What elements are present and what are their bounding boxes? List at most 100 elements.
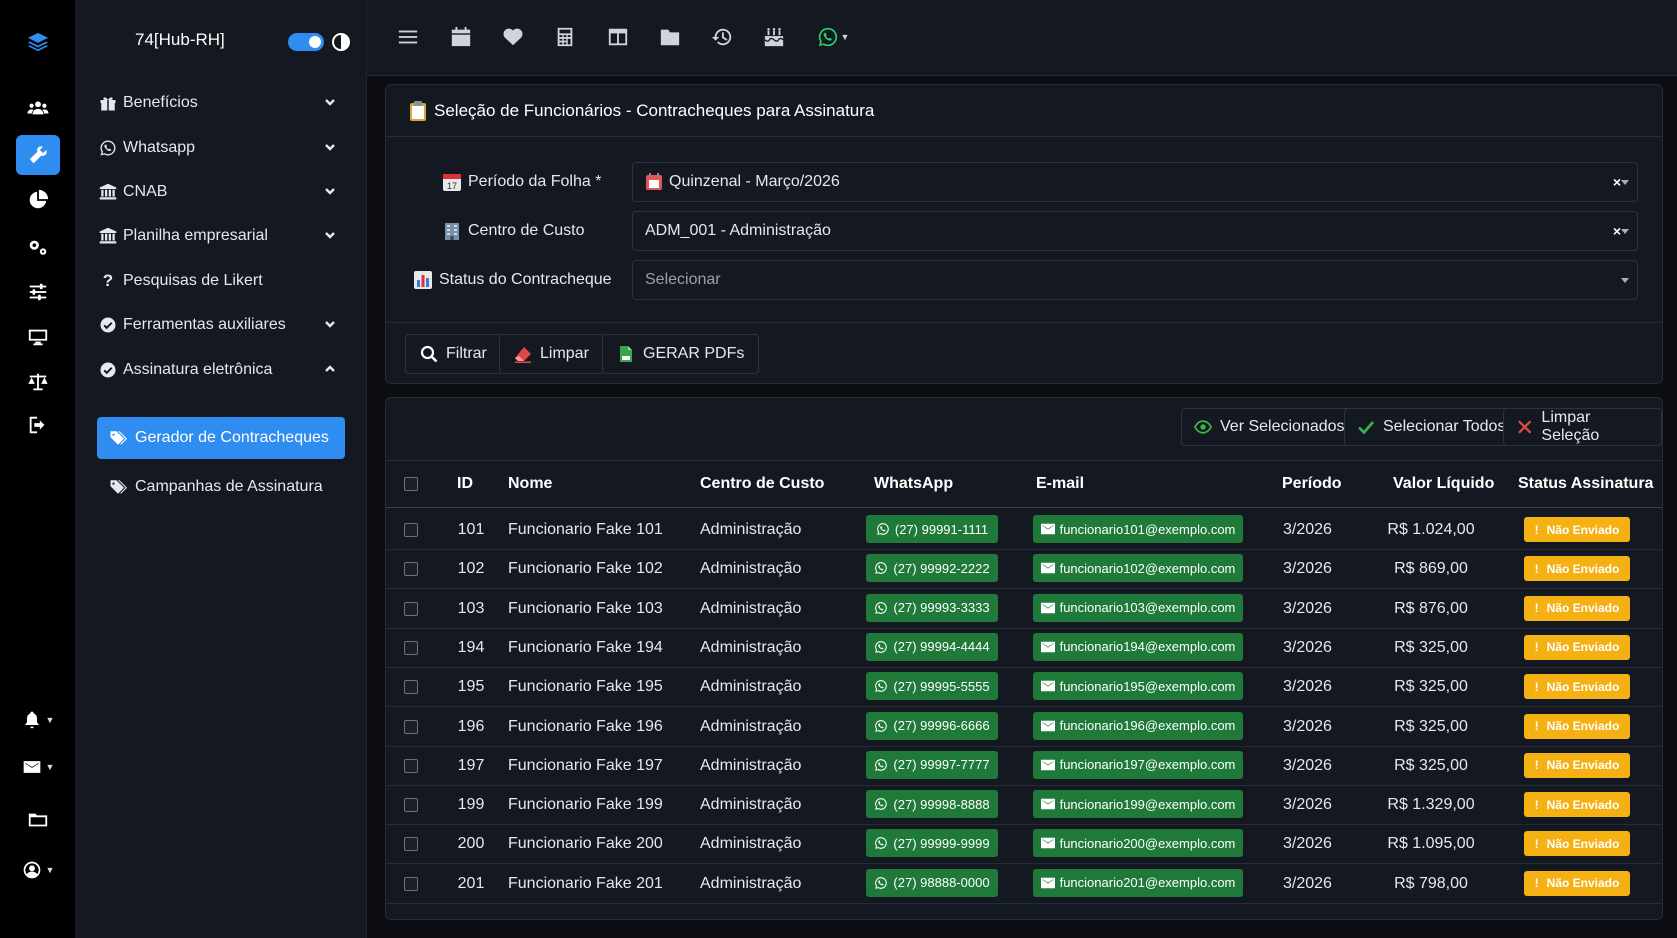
email-badge[interactable]: funcionario201@exemplo.com	[1033, 868, 1243, 897]
table-row[interactable]: 194 Funcionario Fake 194 Administração (27)…	[386, 628, 1662, 668]
envelope-icon[interactable]: ▼	[16, 747, 60, 787]
email-badge[interactable]: funcionario195@exemplo.com	[1033, 672, 1243, 701]
bell-icon[interactable]: ▼	[16, 700, 60, 740]
email-badge[interactable]: funcionario101@exemplo.com	[1033, 515, 1243, 543]
sidebar-item-pesquisas-likert[interactable]: ? Pesquisas de Likert	[97, 263, 337, 299]
whatsapp-badge[interactable]: (27) 99996-6666	[866, 711, 998, 740]
cogs-icon[interactable]	[16, 227, 60, 267]
limpar-button[interactable]: Limpar	[499, 334, 604, 374]
whatsapp-icon[interactable]: ▼	[813, 24, 853, 50]
table-row[interactable]: 196 Funcionario Fake 196 Administração (27)…	[386, 707, 1662, 747]
whatsapp-badge[interactable]: (27) 98888-0000	[866, 868, 998, 897]
column-header-valor[interactable]: Valor Líquido	[1393, 475, 1494, 493]
centro-custo-select[interactable]: ADM_001 - Administração ×	[632, 211, 1638, 251]
table-row[interactable]: 101 Funcionario Fake 101 Administração (27)…	[386, 510, 1662, 550]
dropdown-caret-icon[interactable]	[1621, 278, 1629, 283]
row-checkbox[interactable]	[404, 562, 418, 577]
birthday-cake-icon[interactable]	[761, 24, 787, 50]
calendar-icon[interactable]	[448, 24, 474, 50]
gerar-pdfs-button[interactable]: GERAR PDFs	[602, 334, 760, 374]
whatsapp-badge[interactable]: (27) 99998-8888	[866, 790, 998, 819]
column-header-id[interactable]: ID	[457, 475, 473, 493]
check-icon	[1358, 421, 1374, 435]
selecionar-todos-button[interactable]: Selecionar Todos	[1344, 408, 1519, 446]
columns-icon[interactable]	[605, 24, 631, 50]
column-header-whatsapp[interactable]: WhatsApp	[874, 475, 953, 493]
select-all-checkbox[interactable]	[404, 477, 418, 491]
column-header-email[interactable]: E-mail	[1036, 475, 1084, 493]
whatsapp-badge[interactable]: (27) 99993-3333	[866, 593, 998, 622]
folder-icon[interactable]	[657, 24, 683, 50]
column-header-nome[interactable]: Nome	[508, 475, 552, 493]
row-checkbox[interactable]	[404, 523, 418, 537]
user-circle-icon[interactable]: ▼	[16, 850, 60, 890]
menu-icon[interactable]	[395, 24, 421, 50]
periodo-select[interactable]: Quinzenal - Março/2026 ×	[632, 162, 1638, 202]
cell-id: 195	[457, 678, 485, 696]
row-checkbox[interactable]	[404, 758, 418, 773]
theme-toggle[interactable]	[288, 33, 324, 51]
table-row[interactable]: 200 Funcionario Fake 200 Administração (27)…	[386, 824, 1662, 865]
column-header-periodo[interactable]: Período	[1282, 475, 1342, 493]
row-checkbox[interactable]	[404, 719, 418, 734]
users-icon[interactable]	[16, 88, 60, 128]
centro-custo-row: Centro de Custo ADM_001 - Administração …	[386, 211, 1664, 251]
ver-selecionados-button[interactable]: Ver Selecionados	[1181, 408, 1358, 446]
clear-icon[interactable]: ×	[1613, 223, 1621, 239]
centro-custo-label: Centro de Custo	[442, 221, 585, 241]
heart-icon[interactable]	[500, 24, 526, 50]
email-badge[interactable]: funcionario200@exemplo.com	[1033, 829, 1243, 858]
email-badge[interactable]: funcionario103@exemplo.com	[1033, 593, 1243, 622]
dropdown-caret-icon[interactable]	[1621, 229, 1629, 234]
chart-pie-icon[interactable]	[16, 180, 60, 220]
sidebar-item-cnab[interactable]: CNAB	[97, 174, 337, 210]
whatsapp-badge[interactable]: (27) 99995-5555	[866, 672, 998, 701]
clear-icon[interactable]: ×	[1613, 174, 1621, 190]
status-select[interactable]: Selecionar	[632, 260, 1638, 300]
layers-logo-icon[interactable]	[16, 22, 60, 62]
table-row[interactable]: 201 Funcionario Fake 201 Administração (27)…	[386, 864, 1662, 904]
table-row[interactable]: 102 Funcionario Fake 102 Administração (27)…	[386, 549, 1662, 590]
table-row[interactable]: 199 Funcionario Fake 199 Administração (27)…	[386, 785, 1662, 826]
row-checkbox[interactable]	[404, 798, 418, 813]
email-badge[interactable]: funcionario196@exemplo.com	[1033, 711, 1243, 740]
sidebar-subitem-gerador-contracheques[interactable]: Gerador de Contracheques	[97, 417, 345, 459]
email-badge[interactable]: funcionario194@exemplo.com	[1033, 632, 1243, 661]
whatsapp-badge[interactable]: (27) 99992-2222	[866, 554, 998, 583]
history-icon[interactable]	[709, 24, 735, 50]
folder-icon[interactable]	[16, 800, 60, 840]
balance-scale-icon[interactable]	[16, 362, 60, 402]
row-checkbox[interactable]	[404, 837, 418, 852]
column-header-status[interactable]: Status Assinatura	[1518, 475, 1653, 493]
whatsapp-badge[interactable]: (27) 99991-1111	[866, 515, 998, 543]
filtrar-button[interactable]: Filtrar	[405, 334, 502, 374]
dropdown-caret-icon[interactable]	[1621, 180, 1629, 185]
sidebar-item-assinatura-eletronica[interactable]: Assinatura eletrônica	[97, 352, 337, 388]
column-header-centro[interactable]: Centro de Custo	[700, 475, 824, 493]
email-badge[interactable]: funcionario197@exemplo.com	[1033, 750, 1243, 779]
whatsapp-badge[interactable]: (27) 99999-9999	[866, 829, 998, 858]
sidebar-subitem-campanhas-assinatura[interactable]: Campanhas de Assinatura	[97, 466, 345, 508]
tools-icon[interactable]	[16, 135, 60, 175]
sidebar-item-beneficios[interactable]: Benefícios	[97, 85, 337, 121]
table-row[interactable]: 195 Funcionario Fake 195 Administração (27)…	[386, 667, 1662, 708]
sidebar-item-ferramentas-auxiliares[interactable]: Ferramentas auxiliares	[97, 307, 337, 343]
limpar-selecao-button[interactable]: Limpar Seleção	[1503, 408, 1662, 446]
contrast-icon[interactable]	[331, 32, 351, 52]
row-checkbox[interactable]	[404, 680, 418, 695]
row-checkbox[interactable]	[404, 601, 418, 616]
row-checkbox[interactable]	[404, 876, 418, 891]
sign-out-icon[interactable]	[16, 405, 60, 445]
whatsapp-badge[interactable]: (27) 99997-7777	[866, 750, 998, 779]
row-checkbox[interactable]	[404, 640, 418, 655]
table-row[interactable]: 103 Funcionario Fake 103 Administração (27)…	[386, 589, 1662, 629]
sliders-icon[interactable]	[16, 272, 60, 312]
whatsapp-badge[interactable]: (27) 99994-4444	[866, 632, 998, 661]
table-row[interactable]: 197 Funcionario Fake 197 Administração (27)…	[386, 746, 1662, 786]
desktop-icon[interactable]	[16, 317, 60, 357]
calculator-icon[interactable]	[552, 24, 578, 50]
email-badge[interactable]: funcionario199@exemplo.com	[1033, 790, 1243, 819]
email-badge[interactable]: funcionario102@exemplo.com	[1033, 554, 1243, 583]
sidebar-item-whatsapp[interactable]: Whatsapp	[97, 130, 337, 166]
sidebar-item-planilha-empresarial[interactable]: Planilha empresarial	[97, 218, 337, 254]
